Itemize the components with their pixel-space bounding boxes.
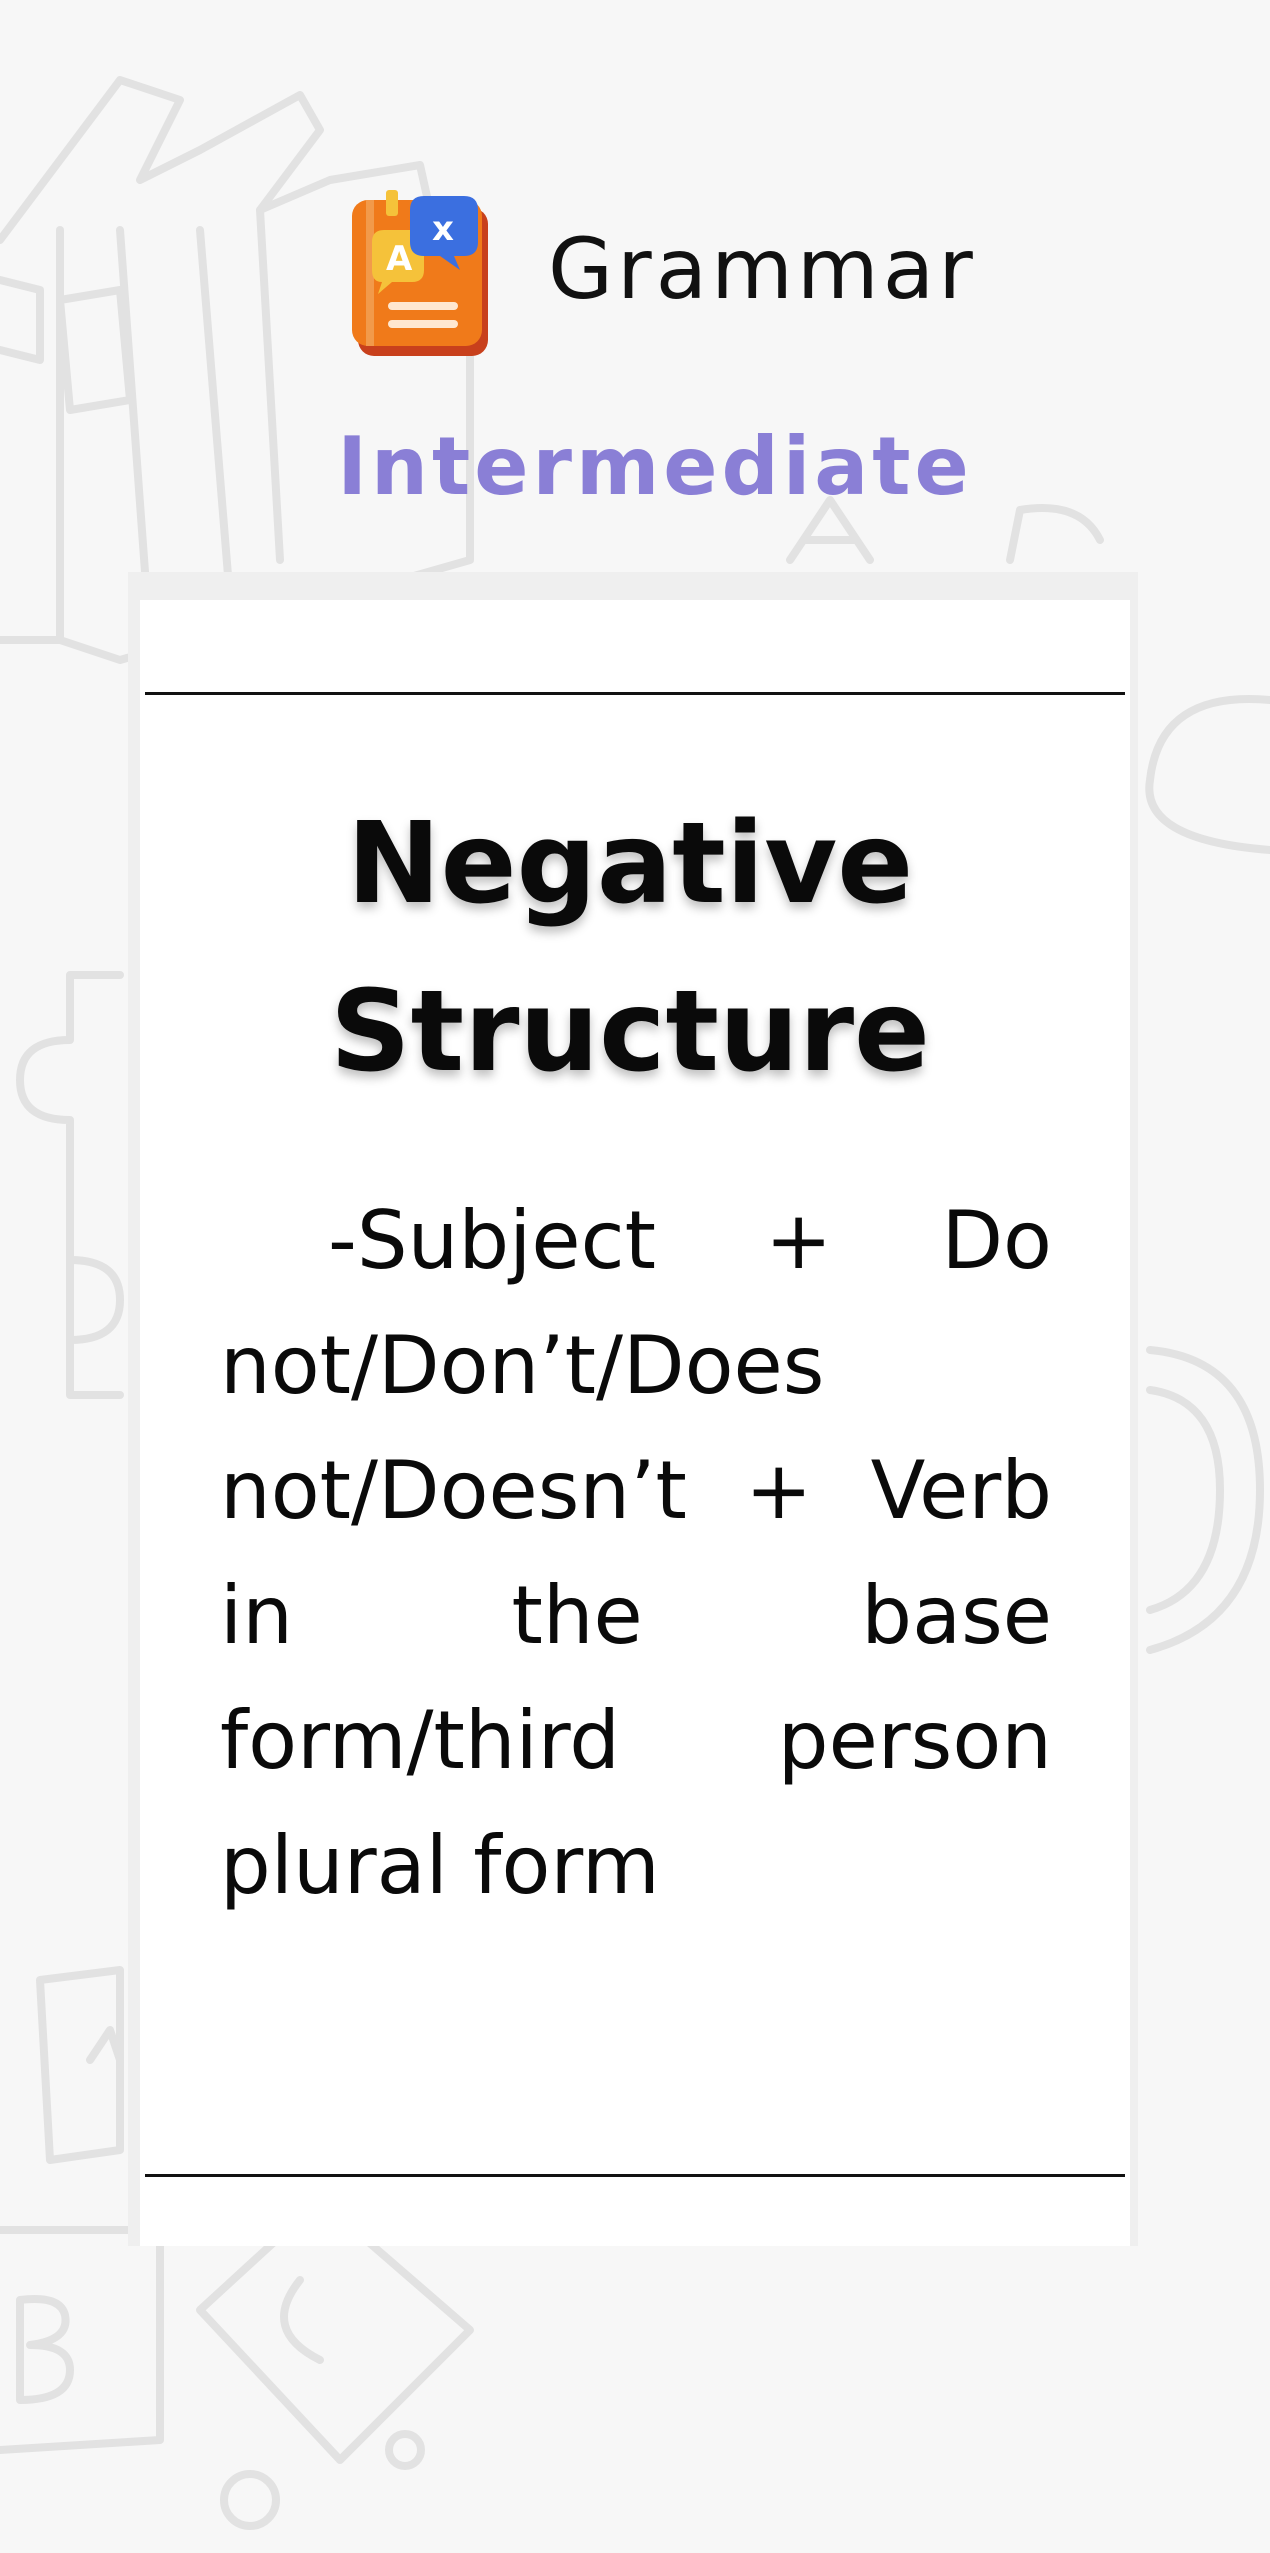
app-title: Grammar xyxy=(548,220,977,318)
svg-text:x: x xyxy=(432,209,454,249)
svg-text:A: A xyxy=(386,239,413,279)
header: A x Grammar xyxy=(0,180,1270,360)
card-title: Negative Structure xyxy=(329,799,931,1097)
card-body: -Subject + Do not/Don’t/Does not/Doesn’t… xyxy=(220,1194,1052,1912)
grammar-book-icon: A x xyxy=(352,190,488,356)
bottom-divider xyxy=(145,2174,1125,2177)
top-divider xyxy=(145,692,1125,695)
level-label: Intermediate xyxy=(337,420,973,513)
